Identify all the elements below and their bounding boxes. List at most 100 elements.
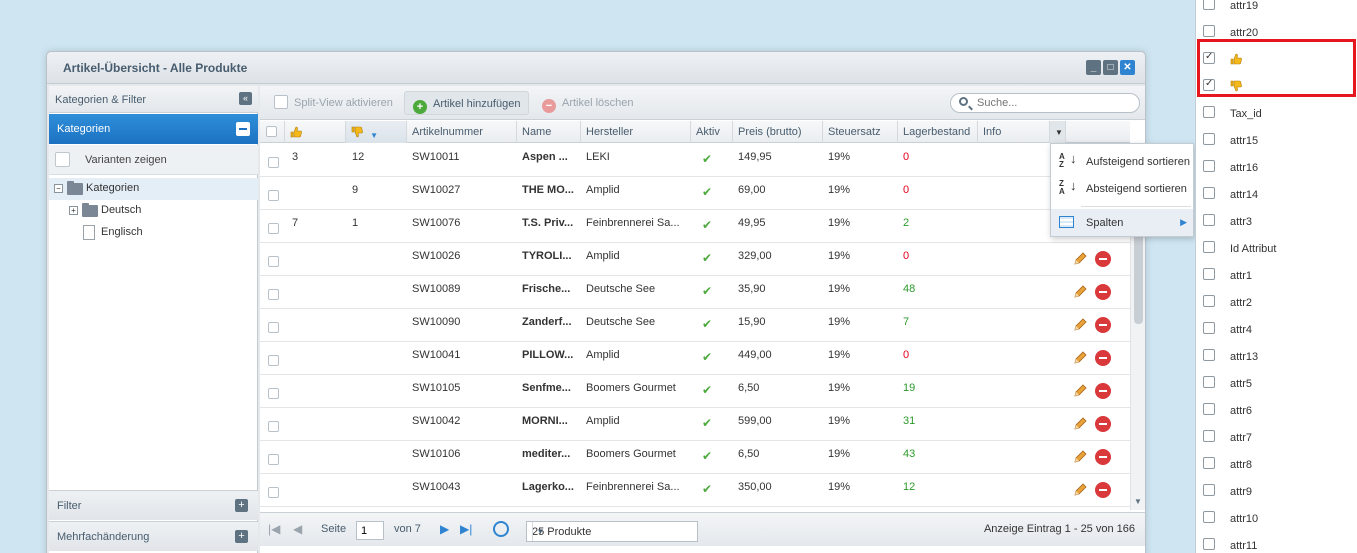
collapse-categories-icon[interactable] [236,122,250,136]
column-toggle-checkbox[interactable] [1203,241,1215,253]
column-toggle-item[interactable]: attr7 [1196,423,1357,450]
collapse-node-icon[interactable]: − [54,184,63,193]
column-toggle-checkbox[interactable] [1203,322,1215,334]
column-toggle-checkbox[interactable] [1203,511,1215,523]
table-row[interactable]: SW10106 mediter... Boomers Gourmet 6,50 19% 4… [260,441,1130,474]
column-toggle-item[interactable]: attr2 [1196,288,1357,315]
bulk-edit-section[interactable]: Mehrfachänderung + [49,521,258,551]
row-checkbox[interactable] [268,355,279,366]
window-titlebar[interactable]: Artikel-Übersicht - Alle Produkte _ □ ✕ [47,52,1145,84]
sort-descending-item[interactable]: ZA ↓ Absteigend sortieren [1051,175,1193,202]
table-row[interactable]: SW10041 PILLOW... Amplid 449,00 19% 0 ✔ [260,342,1130,375]
column-toggle-checkbox[interactable] [1203,268,1215,280]
column-toggle-item[interactable]: attr3 [1196,207,1357,234]
search-input[interactable] [977,96,1127,110]
column-toggle-item[interactable]: attr1 [1196,261,1357,288]
table-row[interactable]: SW10121BIKE J...LÖFFLER124,9519%15✔ [260,507,1130,510]
filter-section[interactable]: Filter + [49,490,258,520]
table-row[interactable]: SW10026 TYROLI... Amplid 329,00 19% 0 ✔ [260,243,1130,276]
table-row[interactable]: SW10090 Zanderf... Deutsche See 15,90 19% 7 ✔ [260,309,1130,342]
prev-page-icon[interactable]: ◀ [293,522,302,536]
column-toggle-checkbox[interactable] [1203,0,1215,10]
edit-pencil-icon[interactable] [1072,416,1088,432]
column-info[interactable]: Info [978,121,1050,143]
table-row[interactable]: SW10043 Lagerko... Feinbrennerei Sa... 350,… [260,474,1130,507]
last-page-icon[interactable]: ▶| [460,522,472,536]
show-variants-checkbox[interactable] [55,152,70,167]
table-row[interactable]: 9 SW10027 THE MO... Amplid 69,00 19% 0 ✔ [260,177,1130,210]
expand-bulk-edit-button[interactable]: + [235,530,248,543]
delete-row-icon[interactable] [1095,284,1111,300]
column-tax[interactable]: Steuersatz [823,121,898,143]
minimize-button[interactable]: _ [1086,60,1101,75]
column-toggle-item[interactable]: Tax_id [1196,99,1357,126]
column-votes-down[interactable]: ▼ [346,121,407,143]
delete-article-button[interactable]: − Artikel löschen [534,91,642,115]
column-toggle-item[interactable]: attr16 [1196,153,1357,180]
column-toggle-checkbox[interactable] [1203,295,1215,307]
expand-node-icon[interactable]: + [69,206,78,215]
first-page-icon[interactable]: |◀ [268,522,280,536]
column-toggle-item[interactable]: attr10 [1196,504,1357,531]
column-toggle-checkbox[interactable] [1203,376,1215,388]
tree-node-kategorien[interactable]: − Kategorien [49,178,258,200]
row-checkbox[interactable] [268,388,279,399]
column-toggle-item[interactable]: attr5 [1196,369,1357,396]
split-view-button[interactable]: Split-View aktivieren [266,91,401,115]
column-toggle-item[interactable]: attr15 [1196,126,1357,153]
delete-row-icon[interactable] [1095,317,1111,333]
column-toggle-checkbox[interactable] [1203,349,1215,361]
column-toggle-item[interactable]: attr14 [1196,180,1357,207]
row-checkbox[interactable] [268,421,279,432]
edit-pencil-icon[interactable] [1072,482,1088,498]
sort-ascending-item[interactable]: AZ ↓ Aufsteigend sortieren [1051,148,1193,175]
close-button[interactable]: ✕ [1120,60,1135,75]
chevron-down-icon[interactable]: ▼ [532,522,548,541]
expand-filter-button[interactable]: + [235,499,248,512]
column-active[interactable]: Aktiv [691,121,733,143]
table-row[interactable]: SW10089 Frische... Deutsche See 35,90 19% 48 ✔ [260,276,1130,309]
collapse-panel-button[interactable]: « [239,92,252,105]
scroll-down-icon[interactable]: ▼ [1134,497,1142,506]
refresh-icon[interactable] [493,521,509,537]
row-checkbox[interactable] [268,289,279,300]
page-number-input[interactable] [356,521,384,540]
column-toggle-checkbox[interactable] [1203,403,1215,415]
tree-node-englisch[interactable]: Englisch [49,222,258,244]
edit-pencil-icon[interactable] [1072,251,1088,267]
edit-pencil-icon[interactable] [1072,350,1088,366]
column-toggle-item[interactable]: attr11 [1196,531,1357,553]
search-box[interactable] [950,93,1140,113]
column-stock[interactable]: Lagerbestand [898,121,978,143]
delete-row-icon[interactable] [1095,416,1111,432]
edit-pencil-icon[interactable] [1072,317,1088,333]
table-row[interactable]: 7 1 SW10076 T.S. Priv... Feinbrennerei Sa...… [260,210,1130,243]
delete-row-icon[interactable] [1095,383,1111,399]
column-toggle-item[interactable]: attr4 [1196,315,1357,342]
edit-pencil-icon[interactable] [1072,449,1088,465]
column-toggle-item[interactable]: attr6 [1196,396,1357,423]
select-all-checkbox[interactable] [266,126,277,137]
row-checkbox[interactable] [268,322,279,333]
edit-pencil-icon[interactable] [1072,284,1088,300]
row-checkbox[interactable] [268,157,279,168]
categories-section-header[interactable]: Kategorien [49,114,258,144]
column-toggle-checkbox[interactable] [1203,430,1215,442]
column-toggle-item[interactable]: attr8 [1196,450,1357,477]
column-toggle-checkbox[interactable] [1203,25,1215,37]
column-toggle-item[interactable]: Id Attribut [1196,234,1357,261]
row-checkbox[interactable] [268,256,279,267]
row-checkbox[interactable] [268,454,279,465]
delete-row-icon[interactable] [1095,482,1111,498]
column-toggle-checkbox[interactable] [1203,106,1215,118]
add-article-button[interactable]: + Artikel hinzufügen [404,91,530,115]
table-row[interactable]: SW10105 Senfme... Boomers Gourmet 6,50 19% 19… [260,375,1130,408]
maximize-button[interactable]: □ [1103,60,1118,75]
table-row[interactable]: SW10042 MORNI... Amplid 599,00 19% 31 ✔ [260,408,1130,441]
show-variants-row[interactable]: Varianten zeigen [49,145,258,175]
row-checkbox[interactable] [268,223,279,234]
column-manufacturer[interactable]: Hersteller [581,121,691,143]
select-all-column[interactable] [260,121,285,143]
column-menu-trigger[interactable]: ▼ [1050,121,1066,143]
column-toggle-item[interactable]: attr9 [1196,477,1357,504]
